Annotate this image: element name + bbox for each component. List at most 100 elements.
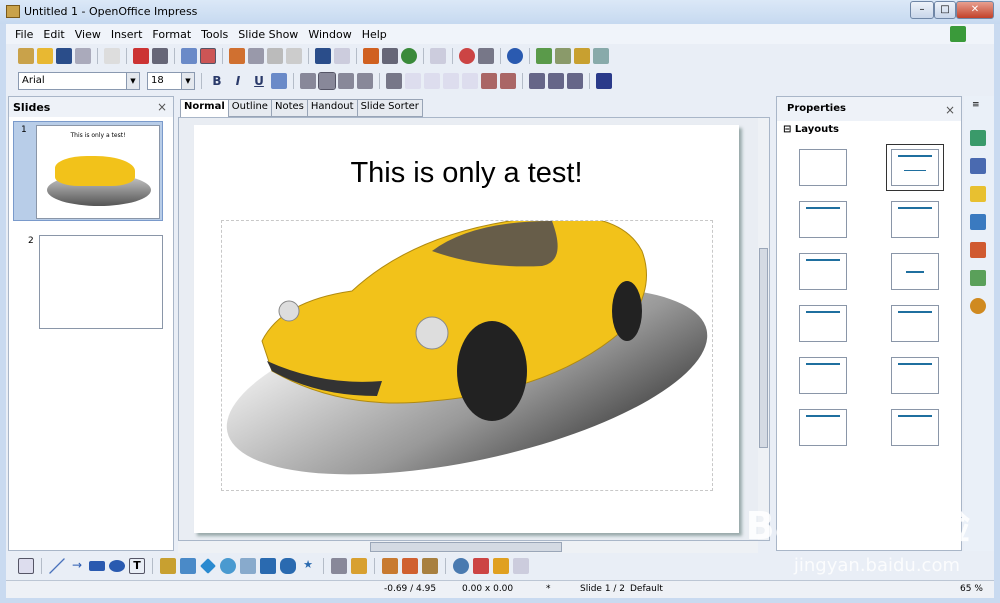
menu-slide-show[interactable]: Slide Show <box>233 28 303 41</box>
font-color-icon[interactable] <box>596 73 612 89</box>
collapse-icon[interactable]: ⊟ <box>783 124 791 135</box>
slide-thumbnail-2[interactable]: 2 <box>13 233 163 333</box>
menu-format[interactable]: Format <box>147 28 196 41</box>
draw-functions-icon[interactable] <box>459 48 475 64</box>
text-icon[interactable]: T <box>129 558 145 574</box>
slide-icon[interactable] <box>536 48 552 64</box>
chevron-down-icon[interactable]: ▼ <box>126 73 139 89</box>
edit-file-icon[interactable] <box>104 48 120 64</box>
paragraph-icon[interactable] <box>548 73 564 89</box>
redo-icon[interactable] <box>334 48 350 64</box>
tab-notes[interactable]: Notes <box>270 99 308 117</box>
slide-layout-icon[interactable] <box>555 48 571 64</box>
move-up-icon[interactable] <box>443 73 459 89</box>
stars-icon[interactable]: ★ <box>300 558 316 574</box>
underline-button[interactable]: U <box>250 74 268 88</box>
layout-title-content-2[interactable] <box>799 201 847 238</box>
chevron-down-icon[interactable]: ▼ <box>181 73 194 89</box>
arrow-icon[interactable]: → <box>69 558 85 574</box>
new-icon[interactable] <box>18 48 34 64</box>
update-icon[interactable] <box>950 26 966 42</box>
curve-icon[interactable] <box>160 558 176 574</box>
menu-view[interactable]: View <box>70 28 106 41</box>
close-icon[interactable]: × <box>945 103 955 117</box>
alignment-icon[interactable] <box>473 558 489 574</box>
print-icon[interactable] <box>152 48 168 64</box>
layout-centered-text[interactable] <box>891 253 939 290</box>
slide-show-icon[interactable] <box>593 48 609 64</box>
promote-icon[interactable] <box>405 73 421 89</box>
select-icon[interactable] <box>18 558 34 574</box>
glue-points-icon[interactable] <box>351 558 367 574</box>
layout-title-4-content[interactable] <box>799 409 847 446</box>
rotate-icon[interactable] <box>453 558 469 574</box>
zoom-icon[interactable] <box>478 48 494 64</box>
increase-font-icon[interactable] <box>481 73 497 89</box>
layout-title-2-content-over[interactable] <box>799 357 847 394</box>
horizontal-scrollbar[interactable] <box>178 541 758 553</box>
layout-title-6-content[interactable] <box>891 409 939 446</box>
layouts-section-header[interactable]: ⊟ Layouts <box>783 124 839 135</box>
open-icon[interactable] <box>37 48 53 64</box>
slide-thumbnail-1[interactable]: 1 This is only a test! <box>13 121 163 221</box>
symbol-shapes-icon[interactable] <box>220 558 236 574</box>
ellipse-icon[interactable] <box>109 560 125 572</box>
menu-insert[interactable]: Insert <box>106 28 148 41</box>
move-down-icon[interactable] <box>462 73 478 89</box>
menu-tools[interactable]: Tools <box>196 28 233 41</box>
slide-design-icon[interactable] <box>574 48 590 64</box>
layout-title-content-2-content[interactable] <box>891 305 939 342</box>
spellcheck-icon[interactable] <box>181 48 197 64</box>
flowchart-icon[interactable] <box>260 558 276 574</box>
gallery-icon[interactable] <box>422 558 438 574</box>
tab-handout[interactable]: Handout <box>306 99 358 117</box>
layout-title-2-content[interactable] <box>891 201 939 238</box>
shadow-icon[interactable] <box>271 73 287 89</box>
slide-transition-icon[interactable] <box>970 214 986 230</box>
menu-edit[interactable]: Edit <box>38 28 69 41</box>
properties-tab-icon[interactable] <box>970 130 986 146</box>
rectangle-icon[interactable] <box>89 561 105 571</box>
bold-button[interactable]: B <box>208 74 226 88</box>
styles-icon[interactable] <box>970 242 986 258</box>
callouts-icon[interactable] <box>280 558 296 574</box>
chart-icon[interactable] <box>363 48 379 64</box>
italic-button[interactable]: I <box>229 74 247 88</box>
cut-icon[interactable] <box>229 48 245 64</box>
car-image[interactable] <box>221 215 713 491</box>
demote-icon[interactable] <box>424 73 440 89</box>
paste-icon[interactable] <box>267 48 283 64</box>
help-icon[interactable] <box>507 48 523 64</box>
export-pdf-icon[interactable] <box>133 48 149 64</box>
justify-icon[interactable] <box>357 73 373 89</box>
layout-blank[interactable] <box>799 149 847 186</box>
layout-title-only[interactable] <box>799 253 847 290</box>
master-pages-icon[interactable] <box>970 158 986 174</box>
basic-shapes-icon[interactable] <box>200 558 216 574</box>
menu-file[interactable]: File <box>10 28 38 41</box>
menu-window[interactable]: Window <box>303 28 356 41</box>
copy-icon[interactable] <box>248 48 264 64</box>
arrange-icon[interactable] <box>493 558 509 574</box>
gallery-icon[interactable] <box>970 270 986 286</box>
tab-outline[interactable]: Outline <box>227 99 272 117</box>
tab-normal[interactable]: Normal <box>180 99 229 117</box>
bullets-icon[interactable] <box>386 73 402 89</box>
align-center-icon[interactable] <box>318 72 336 90</box>
block-arrows-icon[interactable] <box>240 558 256 574</box>
points-icon[interactable] <box>331 558 347 574</box>
maximize-button[interactable]: □ <box>934 1 956 19</box>
font-size-select[interactable]: 18 ▼ <box>147 72 195 90</box>
line-icon[interactable] <box>49 558 65 574</box>
layout-title-2-content-content[interactable] <box>799 305 847 342</box>
custom-animation-icon[interactable] <box>970 186 986 202</box>
slide-canvas[interactable]: This is only a test! <box>194 125 739 533</box>
align-right-icon[interactable] <box>338 73 354 89</box>
menu-help[interactable]: Help <box>357 28 392 41</box>
sidebar-menu-icon[interactable]: ≡ <box>972 100 980 110</box>
align-left-icon[interactable] <box>300 73 316 89</box>
undo-icon[interactable] <box>315 48 331 64</box>
connector-icon[interactable] <box>180 558 196 574</box>
close-window-button[interactable]: ✕ <box>956 1 994 19</box>
extrusion-icon[interactable] <box>513 558 529 574</box>
